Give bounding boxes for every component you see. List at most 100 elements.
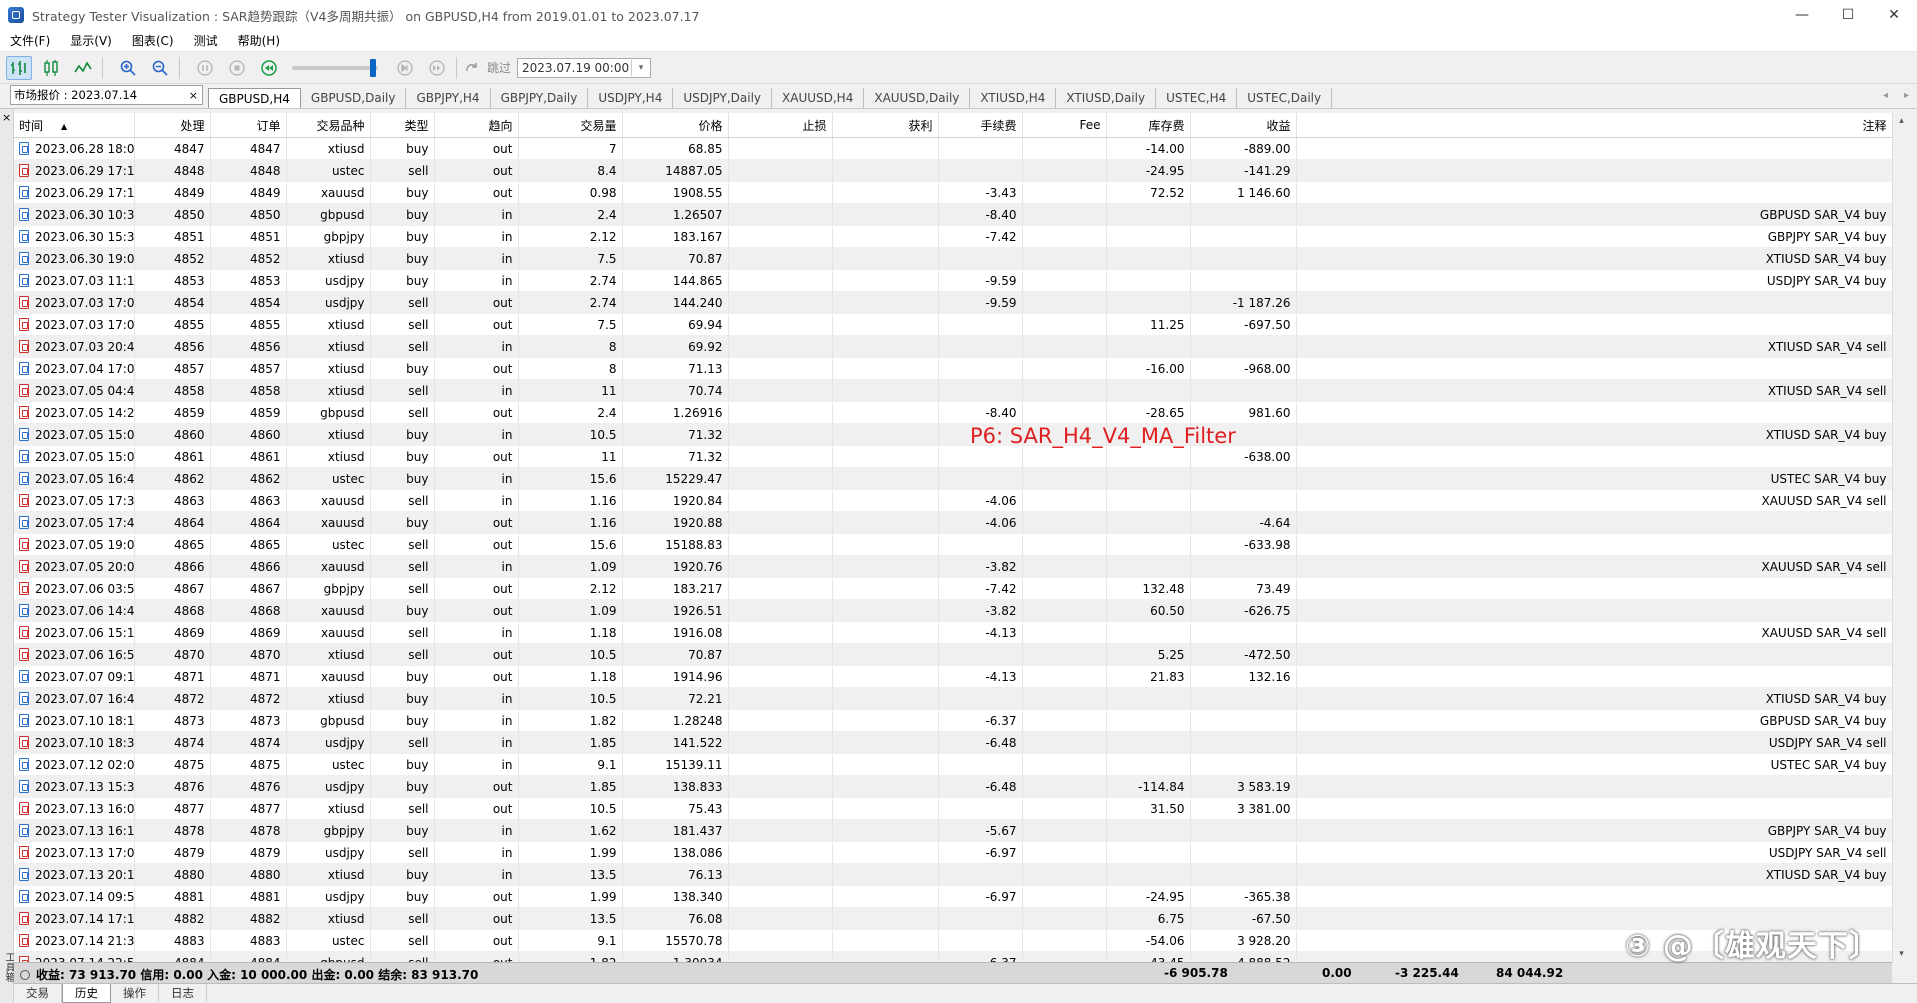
chart-tab[interactable]: GBPUSD,H4 <box>208 88 301 108</box>
table-row[interactable]: 2023.07.05 20:03:21 4866 4866 xauusd sell in 1… <box>14 555 1892 578</box>
table-row[interactable]: 2023.07.06 15:18:30 4869 4869 xauusd sell in 1… <box>14 621 1892 644</box>
table-row[interactable]: 2023.07.03 17:00:17 4854 4854 usdjpy sell out… <box>14 291 1892 314</box>
table-row[interactable]: 2023.07.05 17:37:06 4863 4863 xauusd sell in 1… <box>14 489 1892 512</box>
toolbox-tab[interactable]: 操作 <box>111 984 159 1002</box>
vertical-scrollbar[interactable]: ▴ ▾ <box>1892 113 1909 962</box>
chart-tab[interactable]: GBPJPY,Daily <box>491 88 589 108</box>
column-header[interactable]: 库存费 <box>1106 113 1191 138</box>
table-row[interactable]: 2023.06.29 17:10:17 4848 4848 ustec sell out 8… <box>14 159 1892 182</box>
table-row[interactable]: 2023.07.12 02:01:18 4875 4875 ustec buy in 9.1… <box>14 753 1892 776</box>
table-row[interactable]: 2023.07.13 16:19:00 4878 4878 gbpjpy buy in 1.… <box>14 819 1892 842</box>
column-header[interactable]: Fee <box>1022 113 1107 138</box>
column-header[interactable]: 订单 <box>210 113 287 138</box>
scroll-down-icon[interactable]: ▾ <box>1893 946 1910 962</box>
column-header[interactable]: 类型 <box>370 113 435 138</box>
table-row[interactable]: 2023.06.28 18:09:37 4847 4847 xtiusd buy out 7… <box>14 137 1892 160</box>
toolbox-close-icon[interactable]: × <box>2 111 11 124</box>
menu-test[interactable]: 测试 <box>184 32 228 49</box>
menu-help[interactable]: 帮助(H) <box>228 32 290 49</box>
calendar-dropdown-icon[interactable]: ▾ <box>631 59 650 76</box>
table-row[interactable]: 2023.06.30 10:34:14 4850 4850 gbpusd buy in 2.… <box>14 203 1892 226</box>
chart-tab[interactable]: USTEC,Daily <box>1237 88 1333 108</box>
chart-tab[interactable]: XAUUSD,Daily <box>864 88 971 108</box>
table-row[interactable]: 2023.07.07 16:47:27 4872 4872 xtiusd buy in 10… <box>14 687 1892 710</box>
table-row[interactable]: 2023.07.03 20:48:59 4856 4856 xtiusd sell in 8… <box>14 335 1892 358</box>
tab-scroll-left-icon[interactable]: ◂ <box>1883 90 1888 101</box>
table-row[interactable]: 2023.07.14 21:37:29 4883 4883 ustec sell out 9… <box>14 929 1892 952</box>
table-row[interactable]: 2023.07.13 20:15:07 4880 4880 xtiusd buy in 13… <box>14 863 1892 886</box>
bar-chart-button[interactable] <box>6 55 32 80</box>
chart-tab[interactable]: XTIUSD,Daily <box>1056 88 1157 108</box>
table-row[interactable]: 2023.07.07 09:11:37 4871 4871 xauusd buy out 1… <box>14 665 1892 688</box>
table-row[interactable]: 2023.07.06 03:54:28 4867 4867 gbpjpy sell out… <box>14 577 1892 600</box>
toolbox-tab[interactable]: 日志 <box>159 984 207 1002</box>
column-header[interactable]: 交易量 <box>518 113 623 138</box>
table-row[interactable]: 2023.07.13 17:09:28 4879 4879 usdjpy sell in 1… <box>14 841 1892 864</box>
table-row[interactable]: 2023.07.14 22:59:0448844884gbpusdsellout… <box>14 951 1892 962</box>
speed-slider-thumb[interactable] <box>370 58 376 77</box>
table-row[interactable]: 2023.06.30 15:34:39 4851 4851 gbpjpy buy in 2.… <box>14 225 1892 248</box>
table-row[interactable]: 2023.07.05 19:00:30 4865 4865 ustec sell out 1… <box>14 533 1892 556</box>
skip-to-end-button[interactable] <box>424 56 450 80</box>
column-header[interactable]: 处理 <box>134 113 211 138</box>
table-row[interactable]: 2023.07.05 15:01:25 4860 4860 xtiusd buy in 10… <box>14 423 1892 446</box>
rewind-button[interactable] <box>256 56 282 80</box>
column-header[interactable]: 获利 <box>832 113 939 138</box>
table-row[interactable]: 2023.07.04 17:07:16 4857 4857 xtiusd buy out 8… <box>14 357 1892 380</box>
table-row[interactable]: 2023.07.05 04:49:42 4858 4858 xtiusd sell in 1… <box>14 379 1892 402</box>
table-row[interactable]: 2023.07.10 18:19:13 4873 4873 gbpusd buy in 1.… <box>14 709 1892 732</box>
table-row[interactable]: 2023.07.14 17:12:25 4882 4882 xtiusd sell out… <box>14 907 1892 930</box>
column-header[interactable]: 交易品种 <box>286 113 371 138</box>
zoom-in-button[interactable] <box>115 56 141 80</box>
stop-button[interactable] <box>224 56 250 80</box>
menu-charts[interactable]: 图表(C) <box>122 32 184 49</box>
column-header[interactable]: 时间 ▲ <box>14 113 135 138</box>
minimize-button[interactable]: — <box>1779 0 1825 30</box>
zoom-out-button[interactable] <box>147 56 173 80</box>
chart-tab[interactable]: USDJPY,H4 <box>588 88 674 108</box>
candlestick-button[interactable] <box>38 56 64 80</box>
skip-icon-button[interactable] <box>463 56 481 80</box>
skip-date-input[interactable]: 2023.07.19 00:00 ▾ <box>517 57 652 78</box>
chart-tab[interactable]: USDJPY,Daily <box>673 88 773 108</box>
column-header[interactable]: 止损 <box>728 113 833 138</box>
table-row[interactable]: 2023.06.30 19:01:03 4852 4852 xtiusd buy in 7.… <box>14 247 1892 270</box>
table-row[interactable]: 2023.07.10 18:34:04 4874 4874 usdjpy sell in 1… <box>14 731 1892 754</box>
table-row[interactable]: 2023.07.05 17:47:39 4864 4864 xauusd buy out 1… <box>14 511 1892 534</box>
table-row[interactable]: 2023.07.14 09:51:29 4881 4881 usdjpy buy out 1… <box>14 885 1892 908</box>
menu-view[interactable]: 显示(V) <box>60 32 122 49</box>
table-row[interactable]: 2023.07.03 17:04:03 4855 4855 xtiusd sell out… <box>14 313 1892 336</box>
scroll-up-icon[interactable]: ▴ <box>1893 113 1910 129</box>
close-button[interactable]: ✕ <box>1871 0 1917 30</box>
column-header[interactable]: 收益 <box>1190 113 1297 138</box>
chart-tab[interactable]: GBPUSD,Daily <box>301 88 407 108</box>
menu-file[interactable]: 文件(F) <box>0 32 60 49</box>
column-header[interactable]: 价格 <box>622 113 729 138</box>
table-row[interactable]: 2023.07.06 16:53:17 4870 4870 xtiusd sell out… <box>14 643 1892 666</box>
table-row[interactable]: 2023.06.29 17:12:30 4849 4849 xauusd buy out 0… <box>14 181 1892 204</box>
step-forward-button[interactable] <box>392 56 418 80</box>
line-chart-button[interactable] <box>70 56 96 80</box>
chart-tab[interactable]: USTEC,H4 <box>1156 88 1238 108</box>
chart-tab[interactable]: GBPJPY,H4 <box>406 88 491 108</box>
tab-scroll-right-icon[interactable]: ▸ <box>1904 90 1909 101</box>
speed-slider[interactable] <box>292 58 378 77</box>
maximize-button[interactable]: ☐ <box>1825 0 1871 30</box>
table-row[interactable]: 2023.07.05 14:23:37 4859 4859 gbpusd sell out… <box>14 401 1892 424</box>
column-header[interactable]: 趋向 <box>434 113 519 138</box>
table-row[interactable]: 2023.07.06 14:42:29 4868 4868 xauusd buy out 1… <box>14 599 1892 622</box>
pause-button[interactable] <box>192 56 218 80</box>
table-row[interactable]: 2023.07.03 11:17:35 4853 4853 usdjpy buy in 2.… <box>14 269 1892 292</box>
table-row[interactable]: 2023.07.05 16:41:42 4862 4862 ustec buy in 15.… <box>14 467 1892 490</box>
toolbox-tab[interactable]: 交易 <box>14 984 62 1002</box>
market-watch-close-icon[interactable]: × <box>189 89 198 102</box>
table-row[interactable]: 2023.07.13 15:34:46 4876 4876 usdjpy buy out 1… <box>14 775 1892 798</box>
table-row[interactable]: 2023.07.05 15:01:25 4861 4861 xtiusd buy out 1… <box>14 445 1892 468</box>
skip-button[interactable]: 跳过 <box>487 59 511 76</box>
chart-tab[interactable]: XAUUSD,H4 <box>772 88 865 108</box>
column-header[interactable]: 注释 <box>1296 113 1892 138</box>
toolbox-tab[interactable]: 历史 <box>62 984 111 1003</box>
column-header[interactable]: 手续费 <box>938 113 1023 138</box>
table-row[interactable]: 2023.07.13 16:02:38 4877 4877 xtiusd sell out… <box>14 797 1892 820</box>
chart-tab[interactable]: XTIUSD,H4 <box>970 88 1057 108</box>
